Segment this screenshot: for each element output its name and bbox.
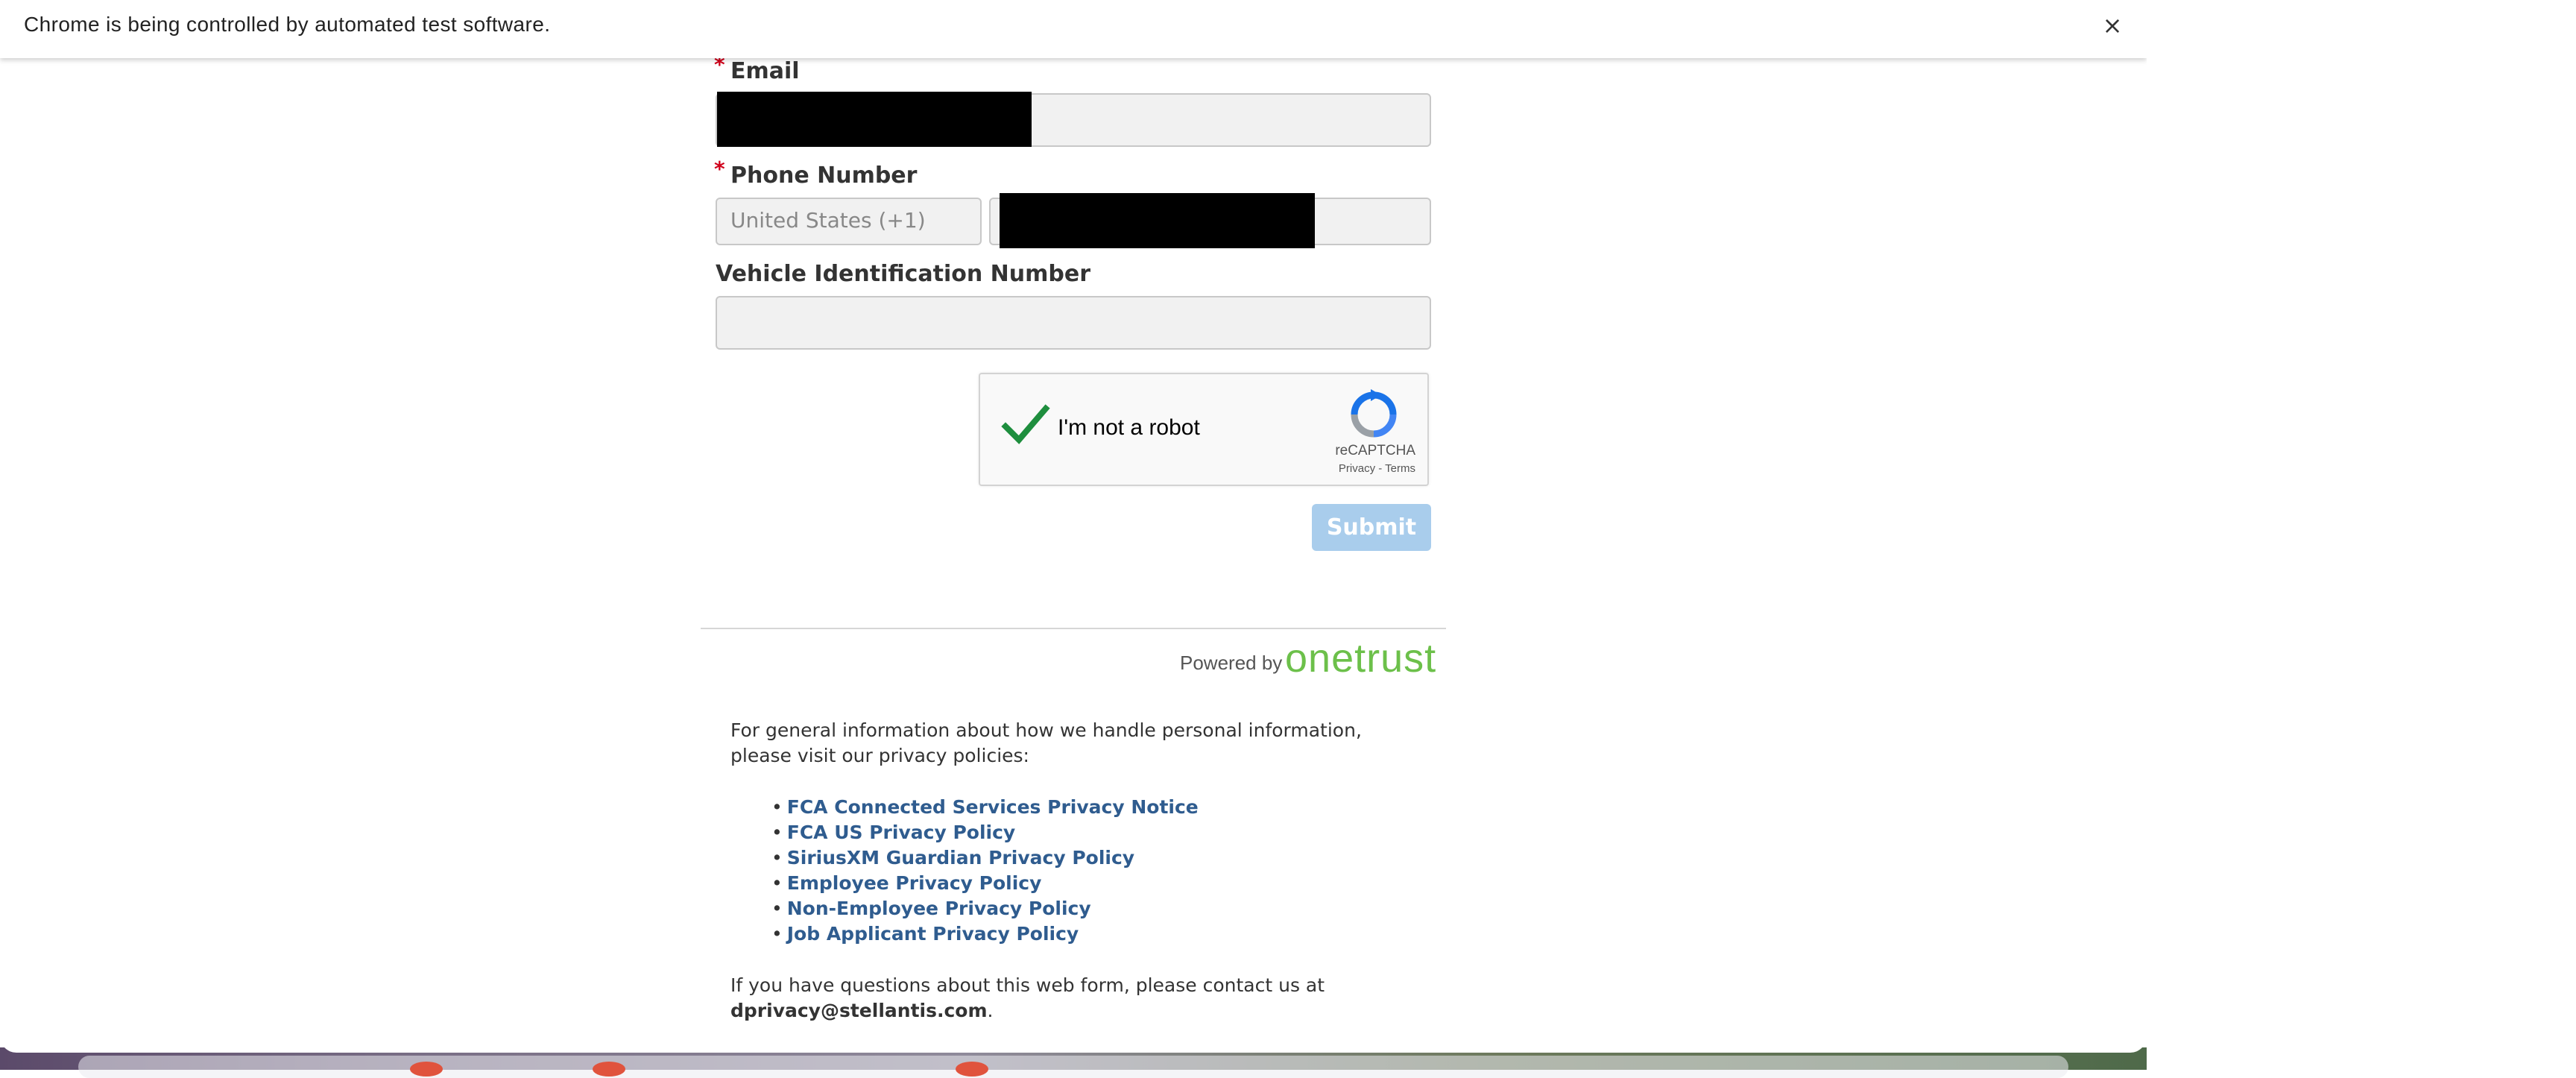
phone-label: Phone Number [730,163,918,189]
bullet: • [771,822,783,843]
close-icon[interactable]: × [2100,10,2124,40]
email-label: Email [730,58,800,84]
onetrust-logo: onetrust [1285,636,1437,681]
vin-label: Vehicle Identification Number [716,261,1091,287]
list-item: • FCA Connected Services Privacy Notice [771,795,1199,820]
infobar-message: Chrome is being controlled by automated … [24,13,551,36]
contact-paragraph: If you have questions about this web for… [730,973,1401,1024]
recaptcha-label: I'm not a robot [1058,415,1200,440]
list-item: • SiriusXM Guardian Privacy Policy [771,845,1199,871]
recaptcha-widget: I'm not a robot reCAPTCHA Privacy - Term… [979,373,1429,486]
recaptcha-privacy-terms[interactable]: Privacy - Terms [980,462,1415,475]
list-item: • FCA US Privacy Policy [771,820,1199,845]
recaptcha-logo-icon [1351,389,1397,438]
bullet: • [771,923,783,945]
bullet: • [771,872,783,894]
bullet: • [771,898,783,919]
recaptcha-brand: reCAPTCHA [1335,443,1415,458]
automation-infobar: Chrome is being controlled by automated … [0,0,2147,58]
policy-link[interactable]: Job Applicant Privacy Policy [787,923,1079,945]
list-item: • Employee Privacy Policy [771,871,1199,896]
powered-by-text: Powered by [1180,652,1283,674]
contact-text: If you have questions about this web for… [730,974,1325,996]
policy-list: • FCA Connected Services Privacy Notice •… [771,795,1199,947]
divider [701,628,1446,629]
checkmark-icon[interactable] [1001,403,1050,447]
phone-country-select[interactable]: United States (+1) [716,198,982,245]
redacted-block [1000,193,1315,248]
submit-button[interactable]: Submit [1312,504,1431,551]
dock-app-icon[interactable] [956,1062,988,1077]
list-item: • Job Applicant Privacy Policy [771,921,1199,947]
bullet: • [771,847,783,869]
required-marker: * [714,157,725,181]
browser-window: Chrome is being controlled by automated … [0,0,2147,1053]
dock [78,1056,2068,1078]
policy-link[interactable]: Non-Employee Privacy Policy [787,898,1091,919]
list-item: • Non-Employee Privacy Policy [771,896,1199,921]
policy-link[interactable]: FCA US Privacy Policy [787,822,1015,843]
bullet: • [771,796,783,818]
policy-link[interactable]: SiriusXM Guardian Privacy Policy [787,847,1134,869]
contact-email[interactable]: dprivacy@stellantis.com [730,1000,988,1021]
redacted-block [717,92,1032,147]
vin-field[interactable] [716,296,1431,350]
dock-app-icon[interactable] [410,1062,443,1077]
policy-link[interactable]: Employee Privacy Policy [787,872,1042,894]
policy-link[interactable]: FCA Connected Services Privacy Notice [787,796,1199,818]
privacy-intro: For general information about how we han… [730,719,1362,766]
dock-app-icon[interactable] [593,1062,625,1077]
contact-period: . [987,1000,994,1021]
